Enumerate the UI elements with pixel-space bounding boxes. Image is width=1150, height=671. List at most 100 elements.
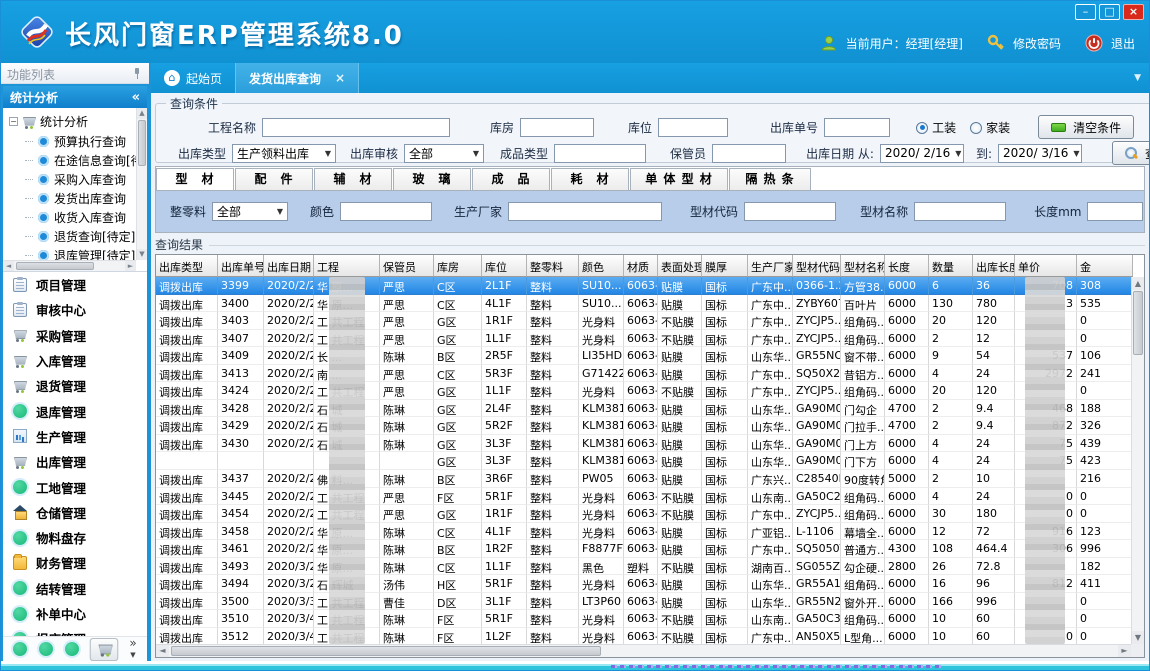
date-from-picker[interactable]: 2020/ 2/16▼ (880, 144, 964, 163)
table-row-4[interactable]: 调拨出库34092020/2/25长 ...陈琳B区2R5F整料LI35HD60… (156, 347, 1131, 365)
collapse-icon[interactable]: « (132, 90, 140, 105)
color-input[interactable] (340, 202, 432, 221)
tree-root[interactable]: − 统计分析 (3, 108, 147, 132)
column-header-10[interactable]: 表面处理 (658, 255, 702, 277)
table-row-0[interactable]: 调拨出库33992020/2/25华 原...严思C区2L1F整料SU10...… (156, 277, 1131, 295)
column-header-13[interactable]: 型材代码 (793, 255, 841, 277)
tree-vertical-scrollbar[interactable]: ▲ ▼ (136, 108, 147, 260)
table-row-6[interactable]: 调拨出库34242020/2/26工 共工程严思G区1L1F整料光身料6063-… (156, 382, 1131, 400)
column-header-0[interactable]: 出库类型 (156, 255, 218, 277)
dot-icon[interactable] (65, 642, 79, 656)
sidebar-item-0[interactable]: 项目管理 (3, 272, 147, 297)
material-tab-5[interactable]: 耗 材 (551, 168, 629, 190)
table-row-1[interactable]: 调拨出库34002020/2/25华 原...严思C区4L1F整料SU10...… (156, 295, 1131, 313)
table-row-8[interactable]: 调拨出库34292020/2/26石 城陈琳G区5R2F整料KLM3817606… (156, 417, 1131, 435)
sidebar-item-14[interactable]: 报废管理 (3, 626, 147, 636)
tree-horizontal-scrollbar[interactable]: ◄ ► (3, 260, 136, 271)
table-row-12[interactable]: 调拨出库34452020/2/27工 共工程严思F区5R1F整料光身料6063-… (156, 488, 1131, 506)
code-input[interactable] (744, 202, 836, 221)
project-name-input[interactable] (262, 118, 450, 137)
tree-item-4[interactable]: 收货入库查询 (3, 208, 147, 227)
table-row-7[interactable]: 调拨出库34282020/2/26石 城陈琳G区2L4F整料KLM3817606… (156, 400, 1131, 418)
logout-link[interactable]: 退出 (1111, 35, 1135, 52)
material-tab-4[interactable]: 成 品 (472, 168, 550, 190)
grid-horizontal-scrollbar[interactable]: ◄ ► (156, 644, 1131, 657)
table-row-10[interactable]: G区3L3F整料KLM38176063-T5贴膜国标山东华...GA90M09.… (156, 452, 1131, 470)
order-no-input[interactable] (824, 118, 890, 137)
column-header-5[interactable]: 库房 (434, 255, 482, 277)
table-row-14[interactable]: 调拨出库34582020/2/28华 原...陈琳C区4L1F整料光身料6063… (156, 523, 1131, 541)
column-header-15[interactable]: 长度 (885, 255, 929, 277)
tab-close-icon[interactable]: × (335, 71, 345, 85)
table-row-2[interactable]: 调拨出库34032020/2/25工 共工程严思G区1R1F整料光身料6063-… (156, 312, 1131, 330)
sidebar-item-11[interactable]: 财务管理 (3, 550, 147, 575)
sidebar-item-6[interactable]: 生产管理 (3, 424, 147, 449)
table-row-18[interactable]: 调拨出库35002020/3/3工 共工程曹佳D区3L1F整料LT3P60606… (156, 593, 1131, 611)
product-type-input[interactable] (554, 144, 646, 163)
warehouse-input[interactable] (520, 118, 594, 137)
table-row-15[interactable]: 调拨出库34612020/2/28华 原...陈琳B区1R2F整料F8877FT… (156, 540, 1131, 558)
column-header-6[interactable]: 库位 (482, 255, 527, 277)
name-input[interactable] (914, 202, 1006, 221)
tab-shipping-query[interactable]: 发货出库查询 × (235, 63, 359, 93)
sidebar-item-7[interactable]: 出库管理 (3, 449, 147, 474)
maximize-button[interactable]: □ (1099, 4, 1120, 20)
sidebar-item-3[interactable]: 入库管理 (3, 348, 147, 373)
material-tab-1[interactable]: 配 件 (235, 168, 313, 190)
column-header-1[interactable]: 出库单号 (218, 255, 264, 277)
sidebar-item-13[interactable]: 补单中心 (3, 601, 147, 626)
table-row-20[interactable]: 调拨出库35122020/3/4工 共工程陈琳F区1L2F整料光身料6063-T… (156, 628, 1131, 644)
table-row-3[interactable]: 调拨出库34072020/2/25工 共工程严思G区1L1F整料光身料6063-… (156, 330, 1131, 348)
cart-icon[interactable] (90, 637, 119, 660)
minimize-button[interactable]: – (1075, 4, 1096, 20)
column-header-17[interactable]: 出库长度 (973, 255, 1015, 277)
sidebar-section-header[interactable]: 统计分析 « (3, 86, 147, 108)
material-tab-6[interactable]: 单 体 型 材 (630, 168, 728, 190)
column-header-9[interactable]: 材质 (624, 255, 658, 277)
sidebar-item-4[interactable]: 退货管理 (3, 373, 147, 398)
column-header-11[interactable]: 膜厚 (702, 255, 748, 277)
column-header-12[interactable]: 生产厂家 (748, 255, 793, 277)
material-tab-2[interactable]: 辅 材 (314, 168, 392, 190)
column-header-4[interactable]: 保管员 (380, 255, 434, 277)
sidebar-item-5[interactable]: 退库管理 (3, 398, 147, 423)
table-row-16[interactable]: 调拨出库34932020/3/2华 原...陈琳C区1L1F整料黑色塑料不贴膜国… (156, 558, 1131, 576)
radio-home[interactable]: 家装 (970, 119, 1010, 136)
close-button[interactable]: × (1123, 4, 1144, 20)
column-header-3[interactable]: 工程 (314, 255, 380, 277)
dot-icon[interactable] (39, 642, 53, 656)
tab-home[interactable]: ⌂ 起始页 (151, 63, 235, 93)
sidebar-item-2[interactable]: 采购管理 (3, 323, 147, 348)
tree-item-1[interactable]: 在途信息查询[待 (3, 151, 147, 170)
table-row-9[interactable]: 调拨出库34302020/2/26石 城陈琳G区3L3F整料KLM3817606… (156, 435, 1131, 453)
sidebar-item-9[interactable]: 仓储管理 (3, 500, 147, 525)
column-header-8[interactable]: 颜色 (579, 255, 624, 277)
tree-item-3[interactable]: 发货出库查询 (3, 189, 147, 208)
column-header-16[interactable]: 数量 (929, 255, 973, 277)
table-row-17[interactable]: 调拨出库34942020/3/2石 辉城汤伟H区5R1F整料光身料6063-T5… (156, 575, 1131, 593)
table-row-19[interactable]: 调拨出库35102020/3/4工 共工程陈琳F区5R1F整料光身料6063-T… (156, 610, 1131, 628)
whole-select[interactable]: 全部▼ (212, 202, 288, 221)
pin-icon[interactable] (132, 68, 142, 79)
audit-select[interactable]: 全部▼ (404, 144, 484, 163)
dot-icon[interactable] (13, 642, 27, 656)
sidebar-item-10[interactable]: 物料盘存 (3, 525, 147, 550)
column-header-7[interactable]: 整零料 (527, 255, 579, 277)
tree-item-2[interactable]: 采购入库查询 (3, 170, 147, 189)
sidebar-item-12[interactable]: 结转管理 (3, 576, 147, 601)
search-button[interactable]: 查 询 (1112, 141, 1149, 165)
table-row-11[interactable]: 调拨出库34372020/2/27佛 料...陈琳B区3R6F整料PW05606… (156, 470, 1131, 488)
material-tab-0[interactable]: 型 材 (156, 168, 234, 190)
column-header-2[interactable]: 出库日期 (264, 255, 314, 277)
tree-item-5[interactable]: 退货查询[待定] (3, 227, 147, 246)
clear-conditions-button[interactable]: 清空条件 (1038, 115, 1134, 139)
grid-vertical-scrollbar[interactable]: ▲ ▼ (1131, 277, 1144, 644)
material-tab-3[interactable]: 玻 璃 (393, 168, 471, 190)
location-input[interactable] (658, 118, 728, 137)
radio-work[interactable]: 工装 (916, 119, 956, 136)
out-type-select[interactable]: 生产领料出库▼ (232, 144, 336, 163)
table-row-13[interactable]: 调拨出库34542020/2/28工 共工程严思G区1R1F整料光身料6063-… (156, 505, 1131, 523)
change-password-link[interactable]: 修改密码 (1013, 35, 1061, 52)
length-input[interactable] (1087, 202, 1143, 221)
expander-icon[interactable]: − (9, 117, 18, 126)
